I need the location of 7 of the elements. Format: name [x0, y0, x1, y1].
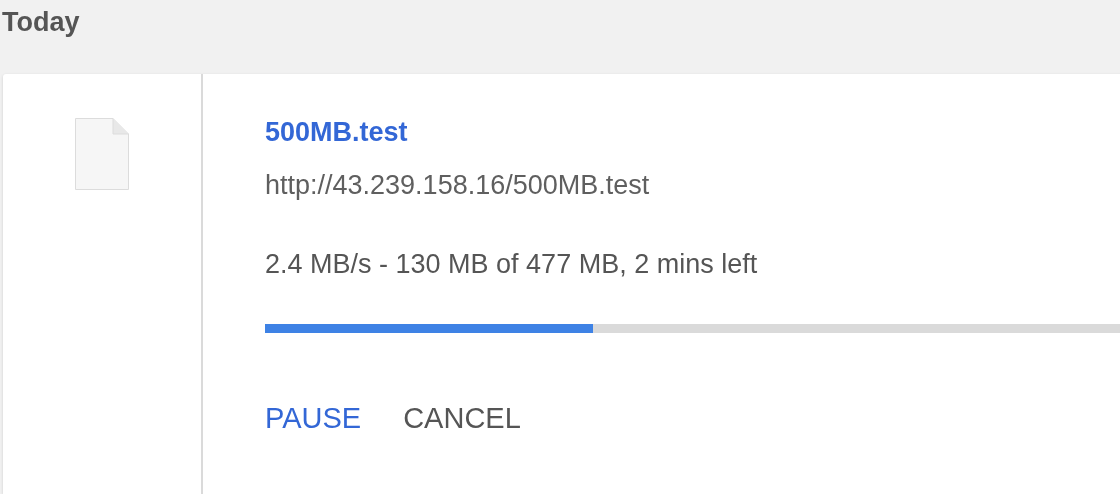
section-title: Today [1, 6, 81, 39]
file-icon [75, 118, 129, 190]
file-url: http://43.239.158.16/500MB.test [265, 169, 650, 201]
download-status: 2.4 MB/s - 130 MB of 477 MB, 2 mins left [265, 248, 758, 280]
cancel-button[interactable]: CANCEL [393, 398, 531, 439]
file-name-link[interactable]: 500MB.test [265, 116, 408, 148]
pause-button[interactable]: PAUSE [255, 398, 372, 439]
